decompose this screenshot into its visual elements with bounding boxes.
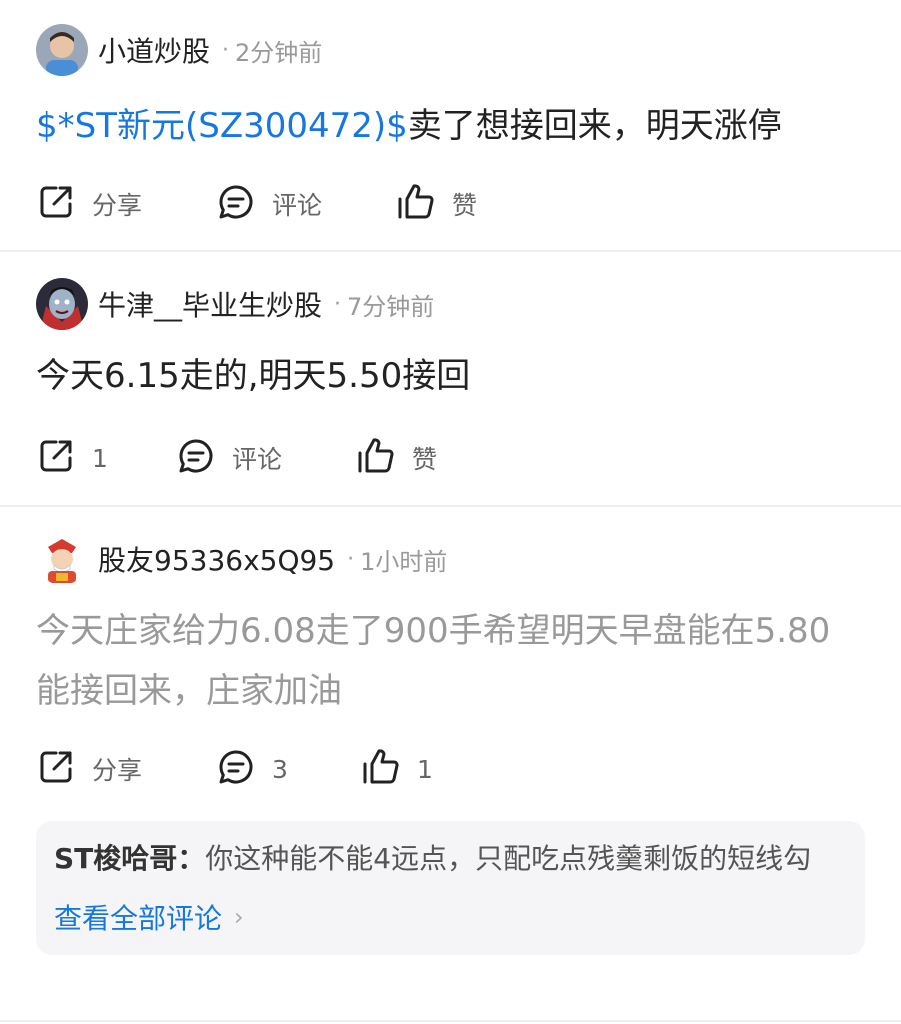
share-label: 分享 <box>92 756 143 785</box>
share-icon <box>36 436 76 480</box>
comment-label: 评论 <box>272 191 323 220</box>
share-button[interactable]: 1 <box>36 436 176 480</box>
comment-count: 3 <box>272 754 288 784</box>
action-bar: 分享 评论 赞 <box>36 182 865 226</box>
separator-dot: · <box>334 291 342 317</box>
post-meta: 小道炒股 · 2分钟前 <box>36 24 865 76</box>
share-label: 分享 <box>92 191 143 220</box>
reply-body: 你这种能不能4远点，只配吃点残羹剩饭的短线勾 <box>205 842 812 875</box>
reply-text: ST梭哈哥：你这种能不能4远点，只配吃点残羹剩饭的短线勾 <box>54 837 847 881</box>
post-time: 7分钟前 <box>347 292 435 321</box>
like-button[interactable]: 赞 <box>396 182 477 226</box>
post-time: 1小时前 <box>360 547 448 576</box>
view-all-label: 查看全部评论 <box>54 902 223 935</box>
comment-label: 评论 <box>232 445 283 474</box>
separator-dot: · <box>347 546 355 572</box>
post-content[interactable]: $*ST新元(SZ300472)$卖了想接回来，明天涨停 <box>36 96 865 156</box>
post-text: 卖了想接回来，明天涨停 <box>407 106 782 146</box>
thumbs-up-icon <box>356 436 396 480</box>
share-button[interactable]: 分享 <box>36 182 216 226</box>
comment-button[interactable]: 评论 <box>176 436 356 480</box>
like-label: 赞 <box>412 445 438 474</box>
comment-button[interactable]: 评论 <box>216 182 396 226</box>
comment-icon <box>216 747 256 791</box>
view-all-comments-link[interactable]: 查看全部评论 › <box>54 897 847 937</box>
separator-dot: · <box>222 37 230 63</box>
post-content[interactable]: 今天庄家给力6.08走了900手希望明天早盘能在5.80能接回来，庄家加油 <box>36 601 836 721</box>
post-meta: 股友95336x5Q95 · 1小时前 <box>36 533 865 585</box>
share-button[interactable]: 分享 <box>36 747 216 791</box>
thumbs-up-icon <box>396 182 436 226</box>
comment-icon <box>176 436 216 480</box>
username[interactable]: 小道炒股 <box>98 30 210 70</box>
reply-preview[interactable]: ST梭哈哥：你这种能不能4远点，只配吃点残羹剩饭的短线勾 查看全部评论 › <box>36 821 865 955</box>
action-bar: 1 评论 赞 <box>36 436 865 480</box>
avatar[interactable] <box>36 533 88 585</box>
share-icon <box>36 182 76 226</box>
post-content[interactable]: 今天6.15走的,明天5.50接回 <box>36 346 865 406</box>
post-meta: 牛津__毕业生炒股 · 7分钟前 <box>36 278 865 330</box>
comment-button[interactable]: 3 <box>216 747 361 791</box>
comment-icon <box>216 182 256 226</box>
share-count: 1 <box>92 443 108 473</box>
stock-link[interactable]: $*ST新元(SZ300472)$ <box>36 106 408 146</box>
divider <box>0 1020 901 1022</box>
avatar[interactable] <box>36 24 88 76</box>
like-button[interactable]: 1 <box>361 747 433 791</box>
thumbs-up-icon <box>361 747 401 791</box>
like-count: 1 <box>417 754 433 784</box>
chevron-right-icon: › <box>234 903 244 931</box>
post-card: 牛津__毕业生炒股 · 7分钟前 今天6.15走的,明天5.50接回 1 评论 <box>0 252 901 505</box>
avatar[interactable] <box>36 278 88 330</box>
post-card: 股友95336x5Q95 · 1小时前 今天庄家给力6.08走了900手希望明天… <box>0 507 901 955</box>
post-card: 小道炒股 · 2分钟前 $*ST新元(SZ300472)$卖了想接回来，明天涨停… <box>0 0 901 250</box>
post-time: 2分钟前 <box>235 38 323 67</box>
reply-author[interactable]: ST梭哈哥： <box>54 842 205 875</box>
action-bar: 分享 3 1 <box>36 747 865 791</box>
username[interactable]: 牛津__毕业生炒股 <box>98 284 322 324</box>
username[interactable]: 股友95336x5Q95 <box>98 539 335 579</box>
like-label: 赞 <box>452 191 478 220</box>
like-button[interactable]: 赞 <box>356 436 437 480</box>
share-icon <box>36 747 76 791</box>
